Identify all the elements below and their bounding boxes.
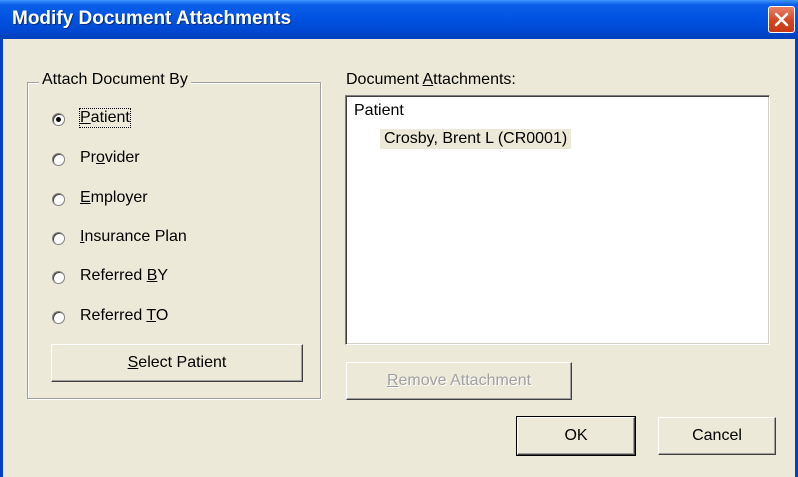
window-frame-left [0, 39, 3, 477]
remove-attachment-button[interactable]: Remove Attachment [346, 362, 572, 400]
dialog-window: Modify Document Attachments Attach Docum… [0, 0, 798, 477]
radio-patient-label[interactable]: Patient [79, 108, 131, 128]
close-icon [774, 12, 789, 27]
radio-patient-indicator[interactable] [52, 113, 65, 126]
select-patient-button[interactable]: Select Patient [51, 344, 303, 382]
radio-referred-by-label[interactable]: Referred BY [80, 267, 168, 285]
radio-employer-indicator[interactable] [52, 193, 65, 206]
title-bar[interactable]: Modify Document Attachments [0, 0, 798, 39]
radio-insurance-plan-label[interactable]: Insurance Plan [80, 228, 187, 246]
cancel-button[interactable]: Cancel [658, 417, 776, 455]
ok-button[interactable]: OK [516, 416, 636, 456]
attachments-listbox[interactable]: Patient Crosby, Brent L (CR0001) [345, 95, 770, 345]
tree-node-patient[interactable]: Patient [354, 102, 404, 120]
radio-referred-to-label[interactable]: Referred TO [80, 307, 168, 325]
window-title: Modify Document Attachments [12, 8, 292, 29]
radio-provider-label[interactable]: Provider [80, 149, 140, 167]
document-attachments-label: Document Attachments: [346, 71, 516, 88]
close-button[interactable] [768, 6, 795, 33]
radio-referred-by-indicator[interactable] [52, 271, 65, 284]
radio-employer-label[interactable]: Employer [80, 189, 148, 207]
radio-provider-indicator[interactable] [52, 153, 65, 166]
radio-insurance-plan-indicator[interactable] [52, 232, 65, 245]
attach-by-group-label: Attach Document By [39, 71, 191, 89]
radio-referred-to-indicator[interactable] [52, 311, 65, 324]
tree-node-attachment[interactable]: Crosby, Brent L (CR0001) [380, 129, 572, 149]
